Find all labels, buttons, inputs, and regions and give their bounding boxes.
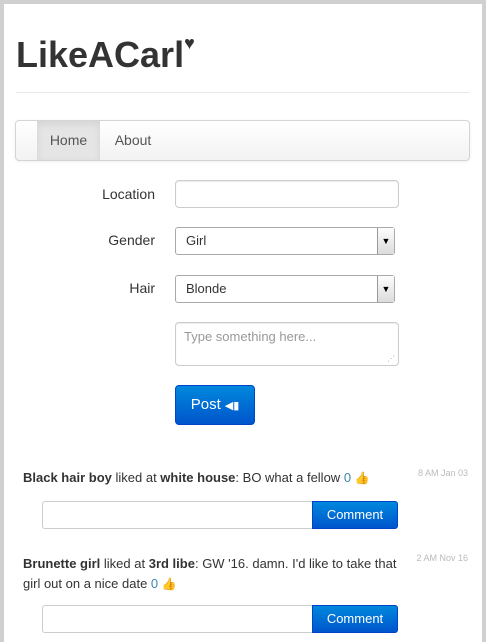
heart-icon: ♥ — [184, 33, 195, 53]
comment-button[interactable]: Comment — [312, 605, 398, 633]
hair-label: Hair — [129, 280, 155, 296]
feed-item: Brunette girl liked at 3rd libe: GW '16.… — [23, 554, 408, 594]
post-button[interactable]: Post ◀▮ — [175, 385, 255, 425]
feed-liked-at: liked at — [100, 556, 149, 571]
hair-select-value: Blonde — [186, 281, 227, 296]
feed-place: 3rd libe — [148, 556, 195, 571]
brand-logo[interactable]: LikeACarl♥ — [16, 33, 195, 76]
feed-timestamp: 2 AM Nov 16 — [416, 553, 468, 563]
message-placeholder: Type something here... — [184, 329, 317, 344]
feed-liked-at: liked at — [111, 470, 161, 485]
location-label: Location — [102, 186, 155, 202]
brand-title: LikeACarl — [16, 34, 185, 75]
gender-label: Gender — [108, 232, 155, 248]
feed-who: Brunette girl — [23, 556, 101, 571]
chevron-down-icon[interactable]: ▼ — [377, 276, 394, 302]
comment-button[interactable]: Comment — [312, 501, 398, 529]
divider — [16, 92, 470, 93]
location-input[interactable] — [175, 180, 399, 208]
thumbs-up-icon[interactable]: 👍 — [355, 471, 370, 485]
chevron-down-icon[interactable]: ▼ — [377, 228, 394, 254]
navbar: Home About — [15, 120, 470, 161]
resize-grip-icon[interactable]: ⋰ — [387, 354, 395, 363]
gender-select-value: Girl — [186, 233, 207, 248]
comment-input[interactable] — [42, 501, 313, 529]
message-textarea[interactable]: Type something here... ⋰ — [175, 322, 399, 366]
feed-place: white house — [160, 470, 236, 485]
page: LikeACarl♥ Home About Location Gender Gi… — [4, 4, 482, 642]
like-count[interactable]: 0 — [344, 470, 351, 485]
thumbs-up-icon[interactable]: 👍 — [162, 577, 177, 591]
megaphone-icon: ◀▮ — [224, 400, 240, 412]
like-count[interactable]: 0 — [151, 576, 158, 591]
nav-home[interactable]: Home — [37, 121, 100, 160]
feed-timestamp: 8 AM Jan 03 — [417, 468, 468, 478]
comment-input[interactable] — [42, 605, 313, 633]
gender-select[interactable]: Girl ▼ — [175, 227, 395, 255]
hair-select[interactable]: Blonde ▼ — [175, 275, 395, 303]
nav-about[interactable]: About — [100, 121, 166, 160]
feed-message: : BO what a fellow — [235, 470, 344, 485]
feed-who: Black hair boy — [23, 470, 112, 485]
post-button-label: Post — [190, 396, 221, 413]
feed-item: Black hair boy liked at white house: BO … — [23, 468, 408, 488]
